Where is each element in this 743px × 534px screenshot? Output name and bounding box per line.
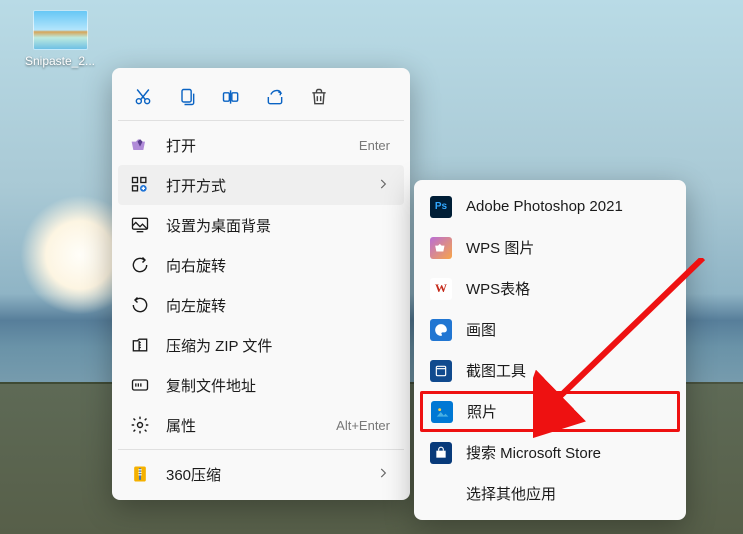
menu-label: 属性 <box>166 415 336 436</box>
rename-icon <box>221 87 241 107</box>
submenu-label: 截图工具 <box>466 360 666 381</box>
zip-icon <box>128 333 152 357</box>
submenu-label: WPS 图片 <box>466 237 666 258</box>
properties-icon <box>128 413 152 437</box>
menu-label: 打开 <box>166 135 359 156</box>
submenu-item-search-store[interactable]: 搜索 Microsoft Store <box>420 432 680 473</box>
menu-item-copy-path[interactable]: 复制文件地址 <box>118 365 404 405</box>
menu-label: 向左旋转 <box>166 295 390 316</box>
share-icon <box>265 87 285 107</box>
submenu-item-app-wps-picture[interactable]: WPS 图片 <box>420 227 680 268</box>
menu-hint: Alt+Enter <box>336 418 390 433</box>
quick-actions-toolbar <box>118 74 404 116</box>
context-menu: 打开 Enter 打开方式 设置为桌面背景 向右旋转 向左旋转 压缩为 ZIP <box>112 68 410 500</box>
app-photoshop-icon: Ps <box>430 196 452 218</box>
app-wps-picture-icon <box>430 237 452 259</box>
chevron-right-icon <box>376 466 390 483</box>
menu-label: 设置为桌面背景 <box>166 215 390 236</box>
menu-item-zip[interactable]: 压缩为 ZIP 文件 <box>118 325 404 365</box>
menu-label: 复制文件地址 <box>166 375 390 396</box>
submenu-label: WPS表格 <box>466 278 666 299</box>
delete-icon <box>309 87 329 107</box>
share-button[interactable] <box>260 82 290 112</box>
menu-item-open-with[interactable]: 打开方式 <box>118 165 404 205</box>
menu-label: 打开方式 <box>166 175 376 196</box>
submenu-item-app-photos[interactable]: 照片 <box>420 391 680 432</box>
app-wps-sheet-icon: W <box>430 278 452 300</box>
open-with-icon <box>128 173 152 197</box>
app-snipping-icon <box>430 360 452 382</box>
menu-item-open[interactable]: 打开 Enter <box>118 125 404 165</box>
menu-item-rotate-left[interactable]: 向左旋转 <box>118 285 404 325</box>
menu-label: 360压缩 <box>166 464 376 485</box>
rename-button[interactable] <box>216 82 246 112</box>
submenu-item-app-snipping[interactable]: 截图工具 <box>420 350 680 391</box>
rotate-left-icon <box>128 293 152 317</box>
submenu-item-app-photoshop[interactable]: Ps Adobe Photoshop 2021 <box>420 186 680 227</box>
search-store-icon <box>430 442 452 464</box>
submenu-label: 画图 <box>466 319 666 340</box>
menu-hint: Enter <box>359 138 390 153</box>
submenu-label: 搜索 Microsoft Store <box>466 442 666 463</box>
menu-item-360zip[interactable]: 360压缩 <box>118 454 404 494</box>
cut-icon <box>133 87 153 107</box>
menu-label: 向右旋转 <box>166 255 390 276</box>
copy-path-icon <box>128 373 152 397</box>
copy-icon <box>177 87 197 107</box>
submenu-item-choose-other[interactable]: 选择其他应用 <box>420 473 680 514</box>
desktop-icon-label: Snipaste_2... <box>20 54 100 68</box>
menu-item-rotate-right[interactable]: 向右旋转 <box>118 245 404 285</box>
copy-button[interactable] <box>172 82 202 112</box>
cut-button[interactable] <box>128 82 158 112</box>
submenu-label: 选择其他应用 <box>466 483 666 504</box>
submenu-item-app-wps-sheet[interactable]: W WPS表格 <box>420 268 680 309</box>
open-icon <box>128 133 152 157</box>
submenu-label: Adobe Photoshop 2021 <box>466 198 666 215</box>
rotate-right-icon <box>128 253 152 277</box>
app-paint-icon <box>430 319 452 341</box>
delete-button[interactable] <box>304 82 334 112</box>
desktop-icon-snipaste[interactable]: Snipaste_2... <box>20 10 100 68</box>
submenu-label: 照片 <box>467 401 663 422</box>
chevron-right-icon <box>376 177 390 194</box>
submenu-item-app-paint[interactable]: 画图 <box>420 309 680 350</box>
360zip-icon <box>128 462 152 486</box>
app-photos-icon <box>431 401 453 423</box>
menu-item-set-wallpaper[interactable]: 设置为桌面背景 <box>118 205 404 245</box>
thumbnail-icon <box>33 10 88 50</box>
wallpaper-icon <box>128 213 152 237</box>
menu-label: 压缩为 ZIP 文件 <box>166 335 390 356</box>
open-with-submenu: Ps Adobe Photoshop 2021 WPS 图片 W WPS表格画图截图工具… <box>414 180 686 520</box>
menu-item-properties[interactable]: 属性 Alt+Enter <box>118 405 404 445</box>
